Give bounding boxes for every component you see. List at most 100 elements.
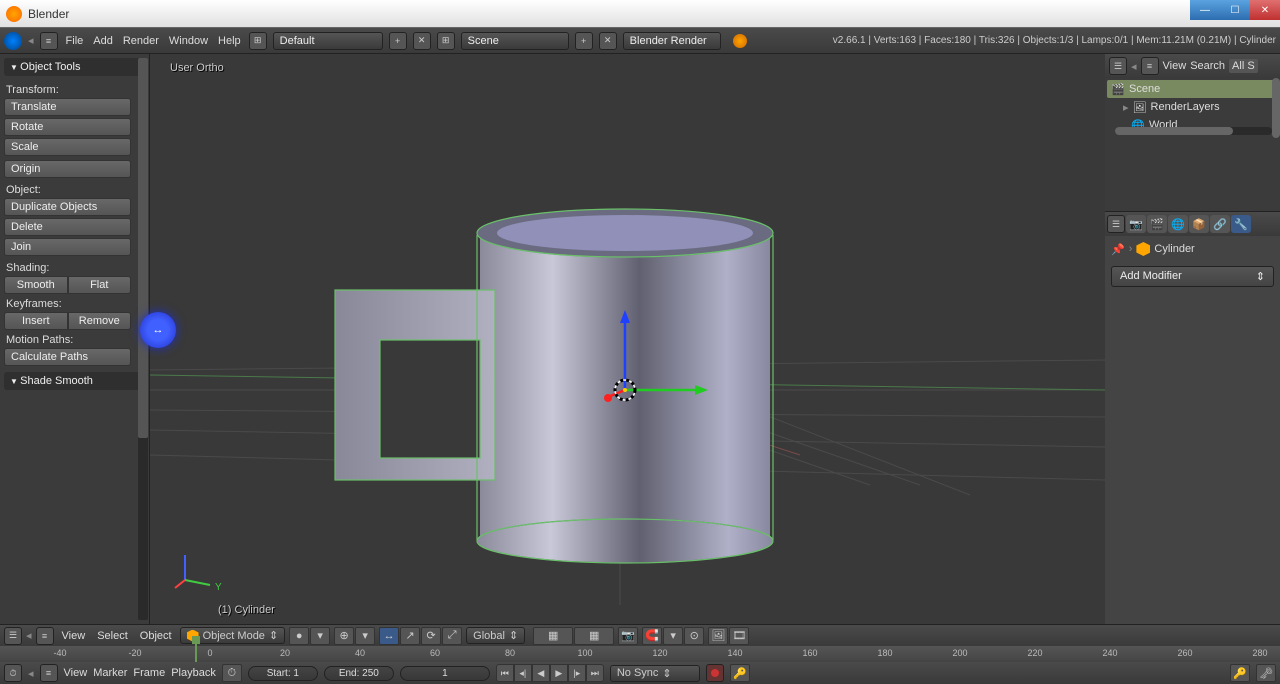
- minimize-button[interactable]: —: [1190, 0, 1220, 20]
- outliner-search-menu[interactable]: Search: [1190, 60, 1225, 72]
- world-tab-icon[interactable]: 🌐: [1168, 215, 1188, 233]
- outliner-editor-icon[interactable]: ☰: [1109, 57, 1127, 75]
- auto-keyframe-icon[interactable]: [706, 664, 724, 682]
- view-menu[interactable]: View: [58, 630, 90, 642]
- window-menu[interactable]: Window: [167, 35, 210, 47]
- current-frame-field[interactable]: 1: [400, 666, 490, 681]
- outliner-item-renderlayers[interactable]: ▸ 🖼 RenderLayers: [1107, 98, 1278, 116]
- shading-label: Shading:: [4, 258, 145, 276]
- jump-start-icon[interactable]: ⏮: [496, 664, 514, 682]
- timeline-view-menu[interactable]: View: [64, 667, 88, 679]
- scale-button[interactable]: Scale: [4, 138, 131, 156]
- render-engine-dropdown[interactable]: Blender Render: [623, 32, 721, 50]
- add-menu[interactable]: Add: [91, 35, 115, 47]
- play-reverse-icon[interactable]: ◀: [532, 664, 550, 682]
- timeline-frame-menu[interactable]: Frame: [133, 667, 165, 679]
- toolshelf-scrollbar-thumb[interactable]: [138, 58, 148, 438]
- render-opengl-icon[interactable]: 🖼: [708, 627, 728, 645]
- join-button[interactable]: Join: [4, 238, 131, 256]
- remove-keyframe-button[interactable]: Remove: [68, 312, 132, 330]
- origin-button[interactable]: Origin: [4, 160, 131, 178]
- object-menu[interactable]: Object: [136, 630, 176, 642]
- end-frame-field[interactable]: End: 250: [324, 666, 394, 681]
- scale-manipulator-icon[interactable]: ⤢: [442, 627, 462, 645]
- close-button[interactable]: ✕: [1250, 0, 1280, 20]
- outliner-filter-dropdown[interactable]: All S: [1229, 59, 1258, 73]
- timeline-ruler[interactable]: -40-200204060801001201401601802002202402…: [0, 646, 1280, 662]
- rotate-manipulator-icon[interactable]: ⟳: [421, 627, 441, 645]
- translate-button[interactable]: Translate: [4, 98, 131, 116]
- delete-keyframe-icon[interactable]: 🗝: [1256, 664, 1276, 682]
- viewport-editor-icon[interactable]: ☰: [4, 627, 22, 645]
- screen-layout-dropdown[interactable]: Default: [273, 32, 383, 50]
- layers-group-2[interactable]: ▦: [574, 627, 614, 645]
- object-tools-panel-header[interactable]: Object Tools: [4, 58, 145, 76]
- layers-group-1[interactable]: ▦: [533, 627, 573, 645]
- layout-remove-icon[interactable]: ✕: [413, 32, 431, 50]
- pivot-menu-icon[interactable]: ▾: [355, 627, 375, 645]
- insert-keyframe-button[interactable]: Insert: [4, 312, 68, 330]
- 3d-viewport[interactable]: User Ortho: [150, 54, 1105, 624]
- render-opengl-anim-icon[interactable]: 🎞: [729, 627, 749, 645]
- use-preview-range-icon[interactable]: ⏱: [222, 664, 242, 682]
- select-menu[interactable]: Select: [93, 630, 132, 642]
- collapse-menu-icon[interactable]: ≡: [40, 664, 58, 682]
- scene-remove-icon[interactable]: ✕: [599, 32, 617, 50]
- timeline-editor-icon[interactable]: ⏱: [4, 664, 22, 682]
- scene-tab-icon[interactable]: 🎬: [1147, 215, 1167, 233]
- sync-mode-dropdown[interactable]: No Sync⇕: [610, 665, 700, 682]
- timeline-tick: 80: [505, 648, 515, 658]
- timeline-tick: 220: [1027, 648, 1042, 658]
- layout-add-icon[interactable]: +: [389, 32, 407, 50]
- snap-target-icon[interactable]: ⊙: [684, 627, 704, 645]
- translate-manipulator-icon[interactable]: ↗: [400, 627, 420, 645]
- keyframe-prev-icon[interactable]: ◂|: [514, 664, 532, 682]
- orientation-dropdown[interactable]: Global⇕: [466, 627, 525, 644]
- snap-type-icon[interactable]: ▾: [663, 627, 683, 645]
- editor-type-icon[interactable]: [4, 32, 22, 50]
- collapse-menu-icon[interactable]: ≡: [40, 32, 58, 50]
- start-frame-field[interactable]: Start: 1: [248, 666, 318, 681]
- snap-toggle-icon[interactable]: 🧲: [642, 627, 662, 645]
- maximize-button[interactable]: ☐: [1220, 0, 1250, 20]
- delete-button[interactable]: Delete: [4, 218, 131, 236]
- file-menu[interactable]: File: [64, 35, 86, 47]
- scene-dropdown[interactable]: Scene: [461, 32, 569, 50]
- rotate-button[interactable]: Rotate: [4, 118, 131, 136]
- object-tab-icon[interactable]: 📦: [1189, 215, 1209, 233]
- insert-keyframe-icon[interactable]: 🔑: [1230, 664, 1250, 682]
- jump-end-icon[interactable]: ⏭: [586, 664, 604, 682]
- pin-icon[interactable]: 📌: [1111, 243, 1125, 256]
- keying-set-icon[interactable]: 🔑: [730, 664, 750, 682]
- duplicate-button[interactable]: Duplicate Objects: [4, 198, 131, 216]
- scene-browse-icon[interactable]: ⊞: [437, 32, 455, 50]
- render-menu[interactable]: Render: [121, 35, 161, 47]
- flat-button[interactable]: Flat: [68, 276, 132, 294]
- render-tab-icon[interactable]: 📷: [1126, 215, 1146, 233]
- outliner-view-menu[interactable]: View: [1163, 60, 1187, 72]
- outliner-menu-icon[interactable]: ≡: [1141, 57, 1159, 75]
- calculate-paths-button[interactable]: Calculate Paths: [4, 348, 131, 366]
- smooth-button[interactable]: Smooth: [4, 276, 68, 294]
- keyframe-next-icon[interactable]: |▸: [568, 664, 586, 682]
- properties-editor-icon[interactable]: ☰: [1107, 215, 1125, 233]
- shade-smooth-panel-header[interactable]: Shade Smooth: [4, 372, 145, 390]
- shading-menu-icon[interactable]: ▾: [310, 627, 330, 645]
- collapse-menu-icon[interactable]: ≡: [36, 627, 54, 645]
- manipulator-toggle-icon[interactable]: ↔: [379, 627, 399, 645]
- help-menu[interactable]: Help: [216, 35, 243, 47]
- outliner-vscrollbar[interactable]: [1272, 78, 1280, 138]
- timeline-playhead[interactable]: [195, 636, 197, 662]
- timeline-playback-menu[interactable]: Playback: [171, 667, 216, 679]
- play-icon[interactable]: ▶: [550, 664, 568, 682]
- timeline-marker-menu[interactable]: Marker: [93, 667, 127, 679]
- constraints-tab-icon[interactable]: 🔗: [1210, 215, 1230, 233]
- add-modifier-dropdown[interactable]: Add Modifier⇕: [1111, 266, 1274, 287]
- pivot-icon[interactable]: ⊕: [334, 627, 354, 645]
- layout-browse-icon[interactable]: ⊞: [249, 32, 267, 50]
- modifiers-tab-icon[interactable]: 🔧: [1231, 215, 1251, 233]
- outliner-item-scene[interactable]: 🎬 Scene: [1107, 80, 1278, 98]
- outliner-hscrollbar[interactable]: [1115, 127, 1272, 135]
- scene-add-icon[interactable]: +: [575, 32, 593, 50]
- shading-solid-icon[interactable]: ●: [289, 627, 309, 645]
